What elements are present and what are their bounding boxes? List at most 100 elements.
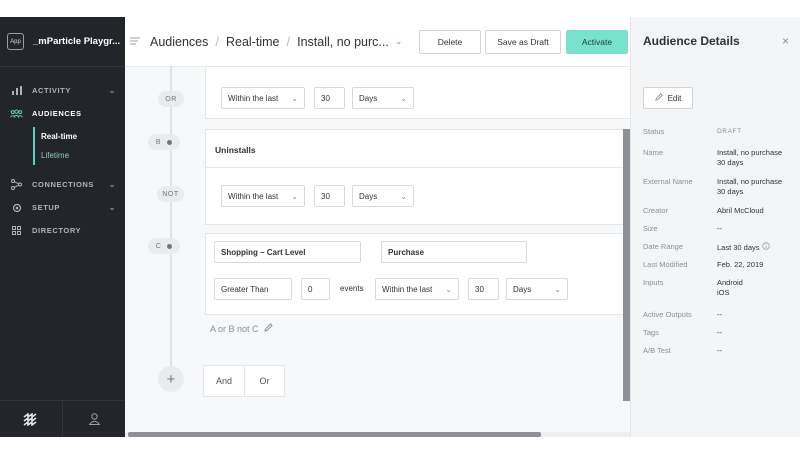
logic-expression-text: A or B not C	[210, 323, 259, 334]
breadcrumb-real-time[interactable]: Real-time	[226, 35, 280, 49]
org-name[interactable]: _mParticle Playgr...	[33, 36, 120, 47]
criteria-letter: B	[155, 138, 162, 146]
hamburger-menu-icon[interactable]	[130, 37, 142, 47]
nav-label: SETUP	[32, 203, 61, 212]
audience-details-panel: Audience Details × Edit Status DRAFT Nam…	[630, 17, 800, 437]
event-name-value: Purchase	[388, 247, 425, 257]
days-number-input[interactable]: 30	[314, 87, 345, 109]
subnav-real-time[interactable]: Real-time	[41, 127, 125, 146]
detail-value: Android iOS	[717, 278, 793, 310]
event-name-input[interactable]: Purchase	[381, 241, 527, 263]
info-icon[interactable]	[761, 242, 770, 252]
date-range-value: Last 30 days	[717, 243, 760, 252]
or-button[interactable]: Or	[244, 366, 284, 396]
nav-label: AUDIENCES	[32, 109, 82, 118]
detail-label: Creator	[643, 206, 669, 215]
within-select[interactable]: Within the last ⌄	[375, 278, 459, 300]
unit-select[interactable]: Days ⌄	[506, 278, 568, 300]
unit-select-value: Days	[359, 191, 378, 201]
unit-select[interactable]: Days ⌄	[352, 185, 414, 207]
days-number-input[interactable]: 30	[468, 278, 499, 300]
detail-label: Active Outputs	[643, 310, 692, 319]
pencil-icon[interactable]	[263, 323, 273, 334]
detail-row-tags: Tags --	[643, 328, 793, 346]
detail-label: Inputs	[643, 278, 664, 287]
unit-select[interactable]: Days ⌄	[352, 87, 414, 109]
nav-item-connections[interactable]: CONNECTIONS ⌄	[0, 173, 125, 196]
nav-label: ACTIVITY	[32, 86, 71, 95]
chevron-down-icon: ⌄	[291, 191, 298, 201]
chevron-down-icon: ⌄	[445, 284, 452, 294]
name-line-1: Install, no purchase	[717, 148, 783, 157]
org-switcher[interactable]: App _mParticle Playgr...	[0, 17, 125, 67]
detail-value: Feb. 22, 2019	[717, 260, 764, 269]
logic-operator-group: And Or	[203, 365, 285, 397]
nav-item-setup[interactable]: SETUP ⌄	[0, 196, 125, 219]
handle-dot	[167, 139, 173, 145]
and-button[interactable]: And	[204, 366, 244, 396]
audiences-subnav: Real-time Lifetime	[33, 127, 125, 165]
input-ios: iOS	[717, 288, 730, 297]
delete-button[interactable]: Delete	[419, 30, 481, 54]
detail-row-last-modified: Last Modified Feb. 22, 2019	[643, 260, 793, 278]
detail-label: External Name	[643, 177, 693, 186]
detail-label: A/B Test	[643, 346, 671, 355]
add-criteria-button[interactable]: +	[158, 366, 184, 392]
within-select-value: Within the last	[382, 284, 433, 294]
operator-select[interactable]: Greater Than	[214, 278, 292, 300]
unit-select-value: Days	[513, 284, 532, 294]
edit-button[interactable]: Edit	[643, 87, 693, 109]
criteria-b-tag[interactable]: B	[148, 134, 180, 150]
logic-expression[interactable]: A or B not C	[210, 323, 273, 334]
bar-chart-icon	[10, 85, 23, 96]
within-select[interactable]: Within the last ⌄	[221, 185, 305, 207]
breadcrumb-audiences[interactable]: Audiences	[150, 35, 208, 49]
event-category-value: Shopping – Cart Level	[221, 247, 306, 257]
connections-icon	[10, 179, 23, 190]
nav-item-activity[interactable]: ACTIVITY ⌄	[0, 79, 125, 102]
user-icon[interactable]	[62, 401, 125, 437]
chevron-down-icon[interactable]: ⌄	[395, 36, 403, 47]
days-number-value: 30	[321, 191, 330, 201]
detail-value: Install, no purchase 30 days	[717, 148, 793, 177]
within-select[interactable]: Within the last ⌄	[221, 87, 305, 109]
save-as-draft-button[interactable]: Save as Draft	[485, 30, 561, 54]
mparticle-logo-icon[interactable]	[0, 401, 62, 437]
activate-button[interactable]: Activate	[566, 30, 628, 54]
chevron-down-icon: ⌄	[108, 180, 116, 189]
details-list: Status DRAFT Name Install, no purchase 3…	[643, 127, 793, 364]
chevron-down-icon: ⌄	[400, 191, 407, 201]
detail-value: Last 30 days	[717, 242, 793, 260]
handle-dot	[167, 243, 173, 249]
name-line-2: 30 days	[717, 158, 744, 167]
panel-title: Audience Details	[643, 34, 740, 48]
days-number-value: 30	[321, 93, 330, 103]
criteria-card-b: Uninstalls	[205, 129, 630, 225]
detail-row-external-name: External Name Install, no purchase 30 da…	[643, 177, 793, 206]
vertical-scrollbar[interactable]	[623, 129, 630, 401]
event-category-input[interactable]: Shopping – Cart Level	[214, 241, 361, 263]
criteria-c-tag[interactable]: C	[148, 238, 180, 254]
detail-value: --	[717, 346, 722, 355]
criteria-letter: C	[155, 242, 162, 250]
days-number-input[interactable]: 30	[314, 185, 345, 207]
criteria-connector-line	[170, 67, 172, 369]
detail-label: Date Range	[643, 242, 684, 251]
nav-label: DIRECTORY	[32, 226, 82, 235]
nav-item-audiences[interactable]: AUDIENCES	[0, 102, 125, 125]
close-icon[interactable]: ×	[782, 34, 789, 48]
subnav-lifetime[interactable]: Lifetime	[41, 146, 125, 165]
detail-row-size: Size --	[643, 224, 793, 242]
input-android: Android	[717, 278, 743, 287]
operator-value: Greater Than	[221, 284, 269, 294]
breadcrumb-current-audience[interactable]: Install, no purc...	[297, 35, 389, 49]
status-badge: DRAFT	[717, 128, 742, 135]
nav-item-directory[interactable]: DIRECTORY	[0, 219, 125, 242]
within-select-value: Within the last	[228, 93, 279, 103]
criteria-b-title[interactable]: Uninstalls	[215, 145, 256, 155]
detail-row-name: Name Install, no purchase 30 days	[643, 148, 793, 177]
event-count-input[interactable]: 0	[301, 278, 330, 300]
detail-value: Install, no purchase 30 days	[717, 177, 793, 206]
pencil-icon	[654, 93, 663, 103]
detail-row-inputs: Inputs Android iOS	[643, 278, 793, 310]
